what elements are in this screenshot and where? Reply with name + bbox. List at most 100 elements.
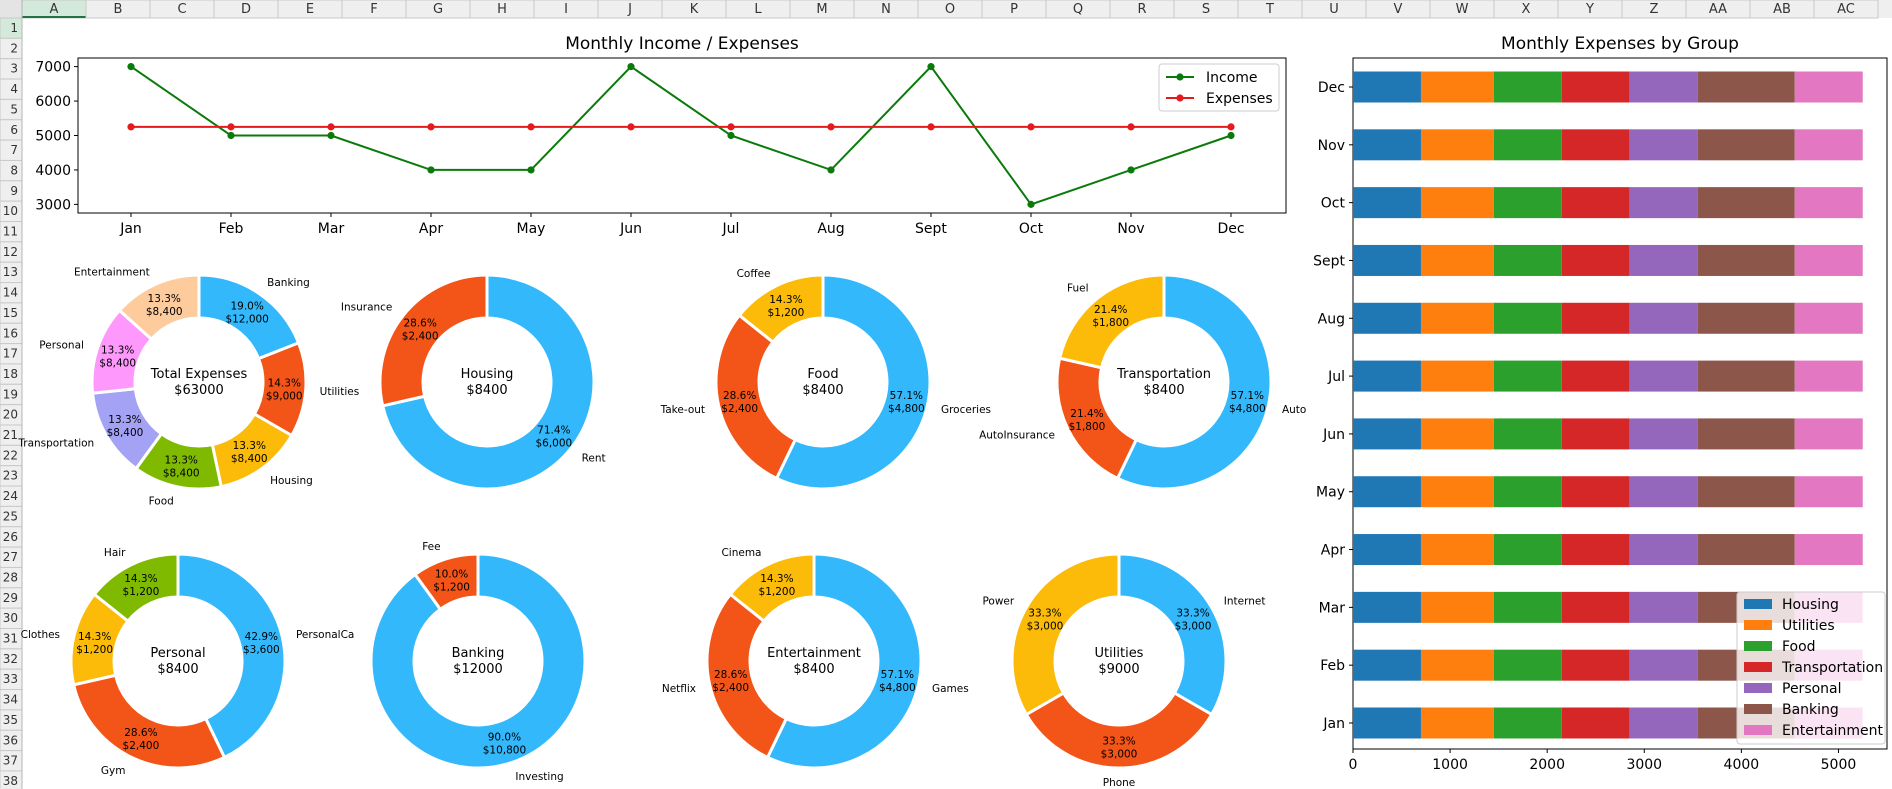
legend-swatch bbox=[1744, 725, 1772, 735]
bar-segment-utilities bbox=[1420, 244, 1494, 276]
select-all-corner[interactable] bbox=[0, 0, 22, 18]
donut-center-value: $8400 bbox=[802, 383, 843, 398]
slice-amount-label: $2,400 bbox=[712, 682, 749, 694]
legend-swatch bbox=[1744, 620, 1772, 630]
column-label-n: N bbox=[881, 2, 891, 17]
y-tick-label: 7000 bbox=[35, 60, 71, 76]
slice-percent-label: 57.1% bbox=[881, 669, 914, 681]
bar-segment-personal bbox=[1629, 476, 1698, 508]
donut-charts: 19.0%$12,000Banking14.3%$9,000 Utilities1… bbox=[17, 266, 1306, 789]
legend-label: Personal bbox=[1782, 681, 1842, 697]
y-tick-label: Sept bbox=[1313, 253, 1345, 269]
column-label-i: I bbox=[564, 2, 568, 17]
row-label-37: 37 bbox=[3, 754, 18, 768]
y-tick-label: Apr bbox=[1321, 543, 1345, 559]
data-point-expenses bbox=[827, 123, 835, 131]
column-label-c: C bbox=[177, 2, 186, 17]
column-label-k: K bbox=[690, 2, 699, 17]
slice-category-label: Housing bbox=[270, 475, 313, 487]
data-point-income bbox=[627, 63, 635, 71]
slice-category-label: Power bbox=[982, 596, 1014, 608]
slice-amount-label: $12,000 bbox=[225, 313, 268, 325]
y-tick-label: Oct bbox=[1321, 196, 1346, 212]
donut-slice-gym bbox=[71, 673, 227, 770]
slice-percent-label: 21.4% bbox=[1094, 304, 1127, 316]
row-label-29: 29 bbox=[3, 591, 18, 605]
bar-segment-housing bbox=[1353, 129, 1421, 161]
bar-segment-personal bbox=[1629, 418, 1698, 450]
bar-segment-housing bbox=[1353, 71, 1421, 103]
column-label-j: J bbox=[627, 2, 632, 17]
bar-chart-title: Monthly Expenses by Group bbox=[1501, 34, 1739, 54]
row-label-31: 31 bbox=[3, 632, 18, 646]
bar-segment-personal bbox=[1629, 534, 1698, 566]
slice-category-label: Internet bbox=[1224, 596, 1266, 608]
bar-segment-transportation bbox=[1561, 244, 1630, 276]
donut-center-label: Banking bbox=[452, 646, 505, 661]
bar-segment-entertainment bbox=[1794, 129, 1863, 161]
donut-utilities: 33.3%$3,000Internet33.3%$3,000Phone33.3%… bbox=[982, 552, 1266, 789]
slice-category-label: Banking bbox=[267, 277, 310, 289]
y-tick-label: Jul bbox=[1327, 369, 1345, 385]
bar-segment-housing bbox=[1353, 418, 1421, 450]
data-point-income bbox=[127, 63, 135, 71]
slice-percent-label: 28.6% bbox=[723, 390, 756, 402]
slice-amount-label: $3,000 bbox=[1101, 749, 1138, 761]
data-point-expenses bbox=[427, 123, 435, 131]
donut-center-label: Transportation bbox=[1116, 367, 1211, 382]
bar-segment-personal bbox=[1629, 129, 1698, 161]
bar-segment-banking bbox=[1697, 534, 1795, 566]
x-tick-label: 5000 bbox=[1821, 757, 1857, 773]
slice-percent-label: 33.3% bbox=[1176, 607, 1209, 619]
row-label-11: 11 bbox=[3, 225, 18, 239]
y-tick-label: Dec bbox=[1318, 80, 1345, 96]
bar-segment-housing bbox=[1353, 707, 1421, 739]
donut-center-label: Food bbox=[807, 367, 838, 382]
bar-segment-utilities bbox=[1420, 71, 1494, 103]
column-label-aa: AA bbox=[1709, 2, 1727, 17]
row-label-27: 27 bbox=[3, 550, 18, 564]
row-label-20: 20 bbox=[3, 408, 18, 422]
donut-personal: 42.9%$3,600 PersonalCa 28.6%$2,400 Gym 14.3%… bbox=[21, 547, 355, 777]
bar-segment-utilities bbox=[1420, 534, 1494, 566]
slice-amount-label: $4,800 bbox=[888, 403, 925, 415]
donut-center-label: Utilities bbox=[1095, 646, 1144, 661]
bar-segment-personal bbox=[1629, 187, 1698, 219]
data-point-income bbox=[1227, 131, 1235, 140]
bar-segment-housing bbox=[1353, 187, 1421, 219]
slice-amount-label: $1,800 bbox=[1092, 317, 1129, 329]
row-label-13: 13 bbox=[3, 265, 18, 279]
y-tick-label: 3000 bbox=[35, 197, 71, 213]
bar-segment-food bbox=[1493, 244, 1562, 276]
slice-category-label: Netflix bbox=[662, 683, 696, 695]
bar-segment-entertainment bbox=[1794, 418, 1863, 450]
x-tick-label: Nov bbox=[1117, 221, 1144, 237]
slice-amount-label: $3,600 bbox=[243, 644, 280, 656]
slice-category-label: Rent bbox=[582, 452, 606, 464]
legend-swatch bbox=[1744, 704, 1772, 714]
slice-category-label: AutoInsurance bbox=[979, 429, 1055, 441]
row-label-17: 17 bbox=[3, 347, 18, 361]
slice-amount-label: $1,200 bbox=[76, 644, 113, 656]
legend-swatch bbox=[1744, 641, 1772, 651]
x-tick-label: Jan bbox=[119, 221, 142, 237]
slice-amount-label: $2,400 bbox=[402, 331, 439, 343]
bar-segment-banking bbox=[1697, 187, 1795, 219]
donut-center-value: $63000 bbox=[174, 383, 224, 398]
column-label-p: P bbox=[1010, 2, 1018, 17]
bar-segment-housing bbox=[1353, 476, 1421, 508]
data-point-income bbox=[727, 131, 735, 140]
row-label-2: 2 bbox=[10, 41, 18, 55]
bar-segment-transportation bbox=[1561, 360, 1630, 392]
data-point-expenses bbox=[1227, 123, 1235, 131]
bar-segment-food bbox=[1493, 649, 1562, 681]
row-label-8: 8 bbox=[10, 163, 18, 177]
bar-segment-food bbox=[1493, 591, 1562, 623]
bar-segment-entertainment bbox=[1794, 71, 1863, 103]
row-label-25: 25 bbox=[3, 509, 18, 523]
slice-category-label: Phone bbox=[1103, 777, 1136, 789]
bar-segment-transportation bbox=[1561, 418, 1630, 450]
y-tick-label: 6000 bbox=[35, 94, 71, 110]
column-label-d: D bbox=[241, 2, 251, 17]
legend-label: Transportation bbox=[1781, 660, 1883, 676]
